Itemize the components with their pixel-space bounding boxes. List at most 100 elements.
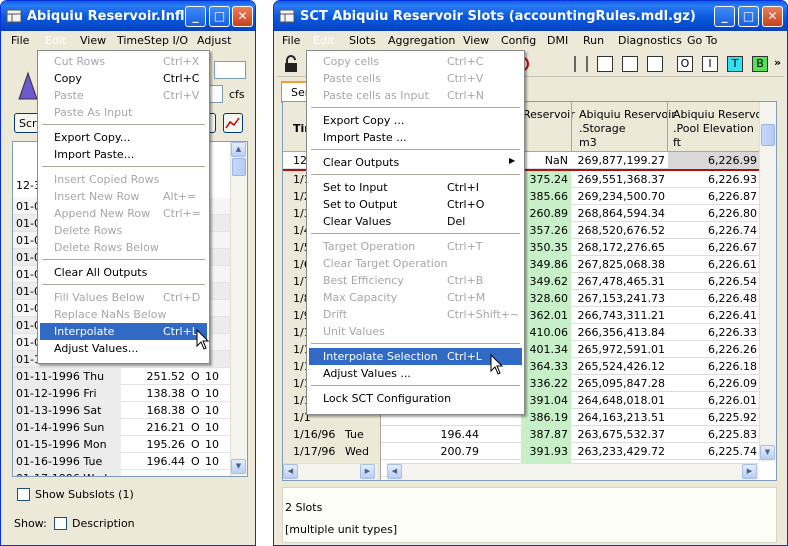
best-filter-button[interactable]: B	[752, 56, 768, 72]
inflow-vscroll[interactable]: ▲ ▼	[230, 142, 247, 476]
left-hscroll[interactable]: ◀ ▶	[283, 463, 377, 480]
sct-close-button[interactable]: ✕	[762, 6, 783, 27]
description-checkbox[interactable]	[54, 517, 67, 530]
sct-maximize-button[interactable]: □	[738, 6, 759, 27]
table-row[interactable]: 1/17/96 Wed 200.79 391.93 263,233,429.72 6,22…	[283, 443, 759, 460]
close-button[interactable]: ✕	[232, 6, 253, 27]
row-value: 168.38	[146, 404, 186, 417]
lock-icon[interactable]	[283, 55, 299, 73]
menu-timestepio[interactable]: TimeStep I/O	[117, 34, 188, 47]
menu-item-adjust-values[interactable]: Adjust Values...	[40, 340, 207, 357]
table-row[interactable]: 01-15-1996 Mon 195.26 O 10	[13, 436, 230, 453]
scroll-thumb[interactable]	[232, 158, 246, 176]
inflow-edit-menu: Cut Rows Ctrl+X Copy Ctrl+C Paste Ctrl+V Paste…	[37, 50, 210, 364]
row-flag: O	[191, 438, 200, 451]
row-count: 10	[205, 387, 219, 400]
row-elevation: 6,226.09	[708, 377, 757, 390]
table-row[interactable]: 01-13-1996 Sat 168.38 O 10	[13, 402, 230, 419]
input-filter-button[interactable]: I	[702, 56, 718, 72]
scroll-right-icon-2[interactable]: ▶	[742, 464, 757, 479]
menu-item-label: Import Paste...	[54, 148, 135, 161]
menu-item-import-paste[interactable]: Import Paste...	[40, 146, 207, 163]
sct-menu-run[interactable]: Run	[583, 34, 604, 47]
menu-item-label: Replace NaNs Below	[54, 308, 167, 321]
plot-icon	[225, 117, 240, 129]
row-outflow: 385.66	[529, 190, 569, 203]
menu-item-label: Copy	[54, 72, 82, 85]
menu-item-copy[interactable]: Copy Ctrl+C	[40, 70, 207, 87]
row-outflow: 387.87	[529, 428, 569, 441]
menu-item-clear-outputs[interactable]: Clear Outputs ▶	[309, 154, 522, 171]
table-row[interactable]: 01-17-1996 Wed	[13, 470, 230, 476]
menu-item-label: Append New Row	[54, 207, 151, 220]
sct-minimize-button[interactable]: _	[714, 6, 735, 27]
menu-item-label: Copy cells	[323, 55, 380, 68]
menu-item-set-to-output[interactable]: Set to Output Ctrl+O	[309, 196, 522, 213]
minimize-button[interactable]: _	[185, 6, 206, 27]
menu-item-import-paste[interactable]: Import Paste ...	[309, 129, 522, 146]
row-outflow: 375.24	[529, 173, 569, 186]
fit-icon[interactable]	[647, 56, 663, 72]
grid-scroll-thumb[interactable]	[761, 124, 775, 146]
table-row[interactable]: 01-11-1996 Thu 251.52 O 10	[13, 368, 230, 385]
row-date: 1/17/96	[293, 445, 336, 458]
row-count: 10	[205, 404, 219, 417]
scroll-down-icon[interactable]: ▼	[231, 459, 246, 474]
storage-header-units: m3	[579, 136, 597, 149]
menu-item-set-to-input[interactable]: Set to Input Ctrl+I	[309, 179, 522, 196]
target-filter-button[interactable]: T	[727, 56, 743, 72]
scroll-left-icon-2[interactable]: ◀	[387, 464, 402, 479]
menu-item-label: Paste cells as Input	[323, 89, 429, 102]
menu-item-label: Max Capacity	[323, 291, 398, 304]
menu-item-lock-sct-configuration[interactable]: Lock SCT Configuration	[309, 390, 522, 407]
row-storage: 263,233,429.72	[577, 445, 665, 458]
right-hscroll[interactable]: ◀ ▶	[387, 463, 759, 480]
scroll-up-icon[interactable]: ▲	[231, 142, 246, 157]
show-subslots-checkbox[interactable]	[17, 488, 30, 501]
row-outflow: 328.60	[529, 292, 569, 305]
row-storage: 265,972,591.01	[577, 343, 665, 356]
scroll-left-icon[interactable]: ◀	[283, 464, 298, 479]
row-inflow: 196.44	[440, 428, 480, 441]
menu-item-clear-values[interactable]: Clear Values Del	[309, 213, 522, 230]
sct-menu-dmi[interactable]: DMI	[547, 34, 568, 47]
menu-item-label: Delete Rows Below	[54, 241, 159, 254]
grid-scroll-down-icon[interactable]: ▼	[760, 445, 775, 460]
maximize-button[interactable]: □	[209, 6, 230, 27]
output-filter-button[interactable]: O	[677, 56, 693, 72]
table-row[interactable]: 1/16/96 Tue 196.44 387.87 263,675,532.37 6,22…	[283, 426, 759, 443]
table-row[interactable]: 01-12-1996 Fri 138.38 O 10	[13, 385, 230, 402]
row-storage: 263,675,532.37	[577, 428, 665, 441]
menu-edit[interactable]: Edit	[45, 34, 66, 47]
menu-item-fill-values-below: Fill Values Below Ctrl+D	[40, 289, 207, 306]
menu-item-label: Adjust Values...	[54, 342, 139, 355]
sct-menu-edit[interactable]: Edit	[313, 34, 334, 47]
plot-button[interactable]	[223, 113, 243, 133]
grid-vscroll[interactable]: ▼	[759, 102, 776, 462]
sct-menu-aggregation[interactable]: Aggregation	[388, 34, 455, 47]
align-down-icon[interactable]	[622, 56, 638, 72]
sct-menu-slots[interactable]: Slots	[349, 34, 376, 47]
scroll-right-icon[interactable]: ▶	[360, 464, 375, 479]
menu-view[interactable]: View	[80, 34, 106, 47]
sct-menu-file[interactable]: File	[282, 34, 300, 47]
menu-item-clear-all-outputs[interactable]: Clear All Outputs	[40, 264, 207, 281]
columns-icon[interactable]	[574, 56, 588, 72]
menu-file[interactable]: File	[11, 34, 29, 47]
sct-titlebar[interactable]: SCT Abiquiu Reservoir Slots (accountingR…	[274, 1, 787, 31]
align-bottom-icon[interactable]	[597, 56, 613, 72]
sct-menu-config[interactable]: Config	[501, 34, 536, 47]
menu-item-export-copy[interactable]: Export Copy...	[40, 129, 207, 146]
menu-adjust[interactable]: Adjust	[197, 34, 231, 47]
row-elevation: 6,226.41	[708, 309, 757, 322]
menu-item-export-copy[interactable]: Export Copy ...	[309, 112, 522, 129]
table-row[interactable]: 01-16-1996 Tue 196.44 O 10	[13, 453, 230, 470]
sct-menu-view[interactable]: View	[463, 34, 489, 47]
sct-menu-goto[interactable]: Go To	[687, 34, 717, 47]
table-row[interactable]: 01-14-1996 Sun 216.21 O 10	[13, 419, 230, 436]
sct-menu-diagnostics[interactable]: Diagnostics	[618, 34, 682, 47]
value-input[interactable]	[214, 61, 246, 79]
toolbar-overflow-icon[interactable]: »	[774, 56, 781, 69]
menu-item-interpolate[interactable]: Interpolate Ctrl+L	[40, 323, 207, 340]
inflow-titlebar[interactable]: Abiquiu Reservoir.Inflow _ □ ✕	[1, 1, 255, 31]
